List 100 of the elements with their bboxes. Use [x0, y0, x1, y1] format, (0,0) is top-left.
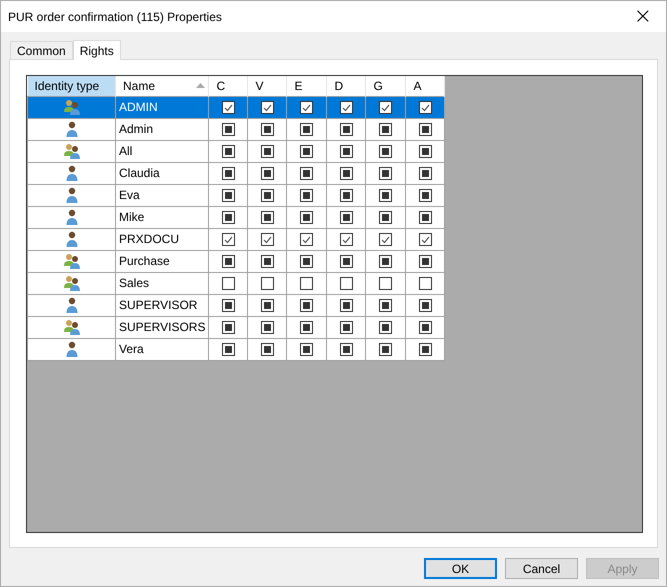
checkbox[interactable] [222, 188, 235, 202]
column-header[interactable]: V [248, 76, 287, 96]
checkbox[interactable] [260, 254, 274, 268]
checkbox[interactable] [222, 166, 235, 180]
close-button[interactable]: × [628, 6, 658, 28]
checkbox[interactable] [379, 254, 392, 268]
checkbox[interactable] [418, 320, 432, 334]
checkbox[interactable] [340, 342, 353, 356]
window-title: PUR order confirmation (115) Properties [8, 10, 222, 24]
checkbox[interactable] [379, 320, 392, 334]
checkbox[interactable] [260, 188, 274, 202]
user-group-icon [62, 143, 80, 159]
dialog-button[interactable]: Cancel [505, 558, 578, 579]
checkbox[interactable] [300, 188, 314, 202]
checkbox[interactable] [222, 144, 235, 158]
checkbox[interactable] [340, 166, 353, 180]
checkbox[interactable] [379, 210, 392, 224]
checkbox[interactable] [300, 276, 314, 290]
dialog-button[interactable]: OK [424, 558, 497, 579]
checkbox[interactable] [300, 254, 314, 268]
checkbox[interactable] [379, 188, 392, 202]
checkbox[interactable] [418, 298, 432, 312]
checkbox[interactable] [340, 144, 353, 158]
checkbox[interactable] [340, 188, 353, 202]
checkbox[interactable] [379, 298, 392, 312]
name-cell: ADMIN [116, 96, 209, 118]
column-header[interactable]: E [286, 76, 327, 96]
checkbox[interactable] [260, 342, 274, 356]
checkbox[interactable] [222, 232, 235, 246]
checkbox[interactable] [300, 166, 314, 180]
checkbox[interactable] [418, 254, 432, 268]
checkbox[interactable] [379, 232, 392, 246]
column-header[interactable]: D [326, 76, 366, 96]
checkbox[interactable] [260, 232, 274, 246]
column-header[interactable]: Name [116, 76, 209, 96]
checkbox[interactable] [418, 122, 432, 136]
checkbox[interactable] [340, 122, 353, 136]
checkbox[interactable] [300, 144, 314, 158]
name-cell: Mike [116, 206, 209, 228]
checkbox[interactable] [340, 210, 353, 224]
column-header[interactable]: G [366, 76, 406, 96]
checkbox[interactable] [222, 210, 235, 224]
checkbox[interactable] [222, 298, 235, 312]
checkbox[interactable] [260, 276, 274, 290]
user-group-icon [62, 319, 80, 335]
user-icon [66, 187, 78, 203]
name-cell: All [116, 140, 209, 162]
checkbox[interactable] [222, 100, 235, 114]
checkbox[interactable] [340, 254, 353, 268]
column-header[interactable]: Identity type [28, 76, 116, 96]
checkbox[interactable] [418, 100, 432, 114]
checkbox[interactable] [340, 320, 353, 334]
checkbox[interactable] [340, 276, 353, 290]
tab[interactable]: Rights [72, 40, 121, 60]
checkbox[interactable] [418, 210, 432, 224]
checkbox[interactable] [340, 100, 353, 114]
checkbox[interactable] [222, 254, 235, 268]
checkbox[interactable] [418, 166, 432, 180]
tab[interactable]: Common [10, 41, 73, 59]
checkbox[interactable] [260, 298, 274, 312]
checkbox[interactable] [260, 166, 274, 180]
checkbox[interactable] [379, 342, 392, 356]
checkbox[interactable] [300, 298, 314, 312]
checkbox[interactable] [300, 210, 314, 224]
checkbox[interactable] [379, 166, 392, 180]
checkbox[interactable] [379, 122, 392, 136]
checkbox[interactable] [418, 342, 432, 356]
checkbox[interactable] [260, 320, 274, 334]
checkbox[interactable] [379, 100, 392, 114]
user-icon [66, 297, 78, 313]
column-header[interactable]: A [406, 76, 445, 96]
checkbox[interactable] [260, 100, 274, 114]
checkbox[interactable] [222, 342, 235, 356]
name-cell: Purchase [116, 250, 209, 272]
checkbox[interactable] [418, 276, 432, 290]
column-header[interactable]: C [208, 76, 248, 96]
checkbox[interactable] [260, 144, 274, 158]
user-group-icon [62, 275, 80, 291]
checkbox[interactable] [340, 298, 353, 312]
checkbox[interactable] [222, 320, 235, 334]
checkbox[interactable] [300, 100, 314, 114]
checkbox[interactable] [340, 232, 353, 246]
checkbox[interactable] [300, 342, 314, 356]
checkbox[interactable] [418, 188, 432, 202]
user-icon [66, 165, 78, 181]
name-cell: Vera [116, 338, 209, 360]
checkbox[interactable] [260, 210, 274, 224]
checkbox[interactable] [379, 144, 392, 158]
checkbox[interactable] [300, 122, 314, 136]
checkbox[interactable] [260, 122, 274, 136]
checkbox[interactable] [379, 276, 392, 290]
checkbox[interactable] [222, 122, 235, 136]
name-cell: SUPERVISORS [116, 316, 209, 338]
checkbox[interactable] [418, 144, 432, 158]
checkbox[interactable] [300, 232, 314, 246]
checkbox[interactable] [222, 276, 235, 290]
checkbox[interactable] [418, 232, 432, 246]
checkbox[interactable] [300, 320, 314, 334]
user-icon [66, 231, 78, 247]
name-cell: Eva [116, 184, 209, 206]
